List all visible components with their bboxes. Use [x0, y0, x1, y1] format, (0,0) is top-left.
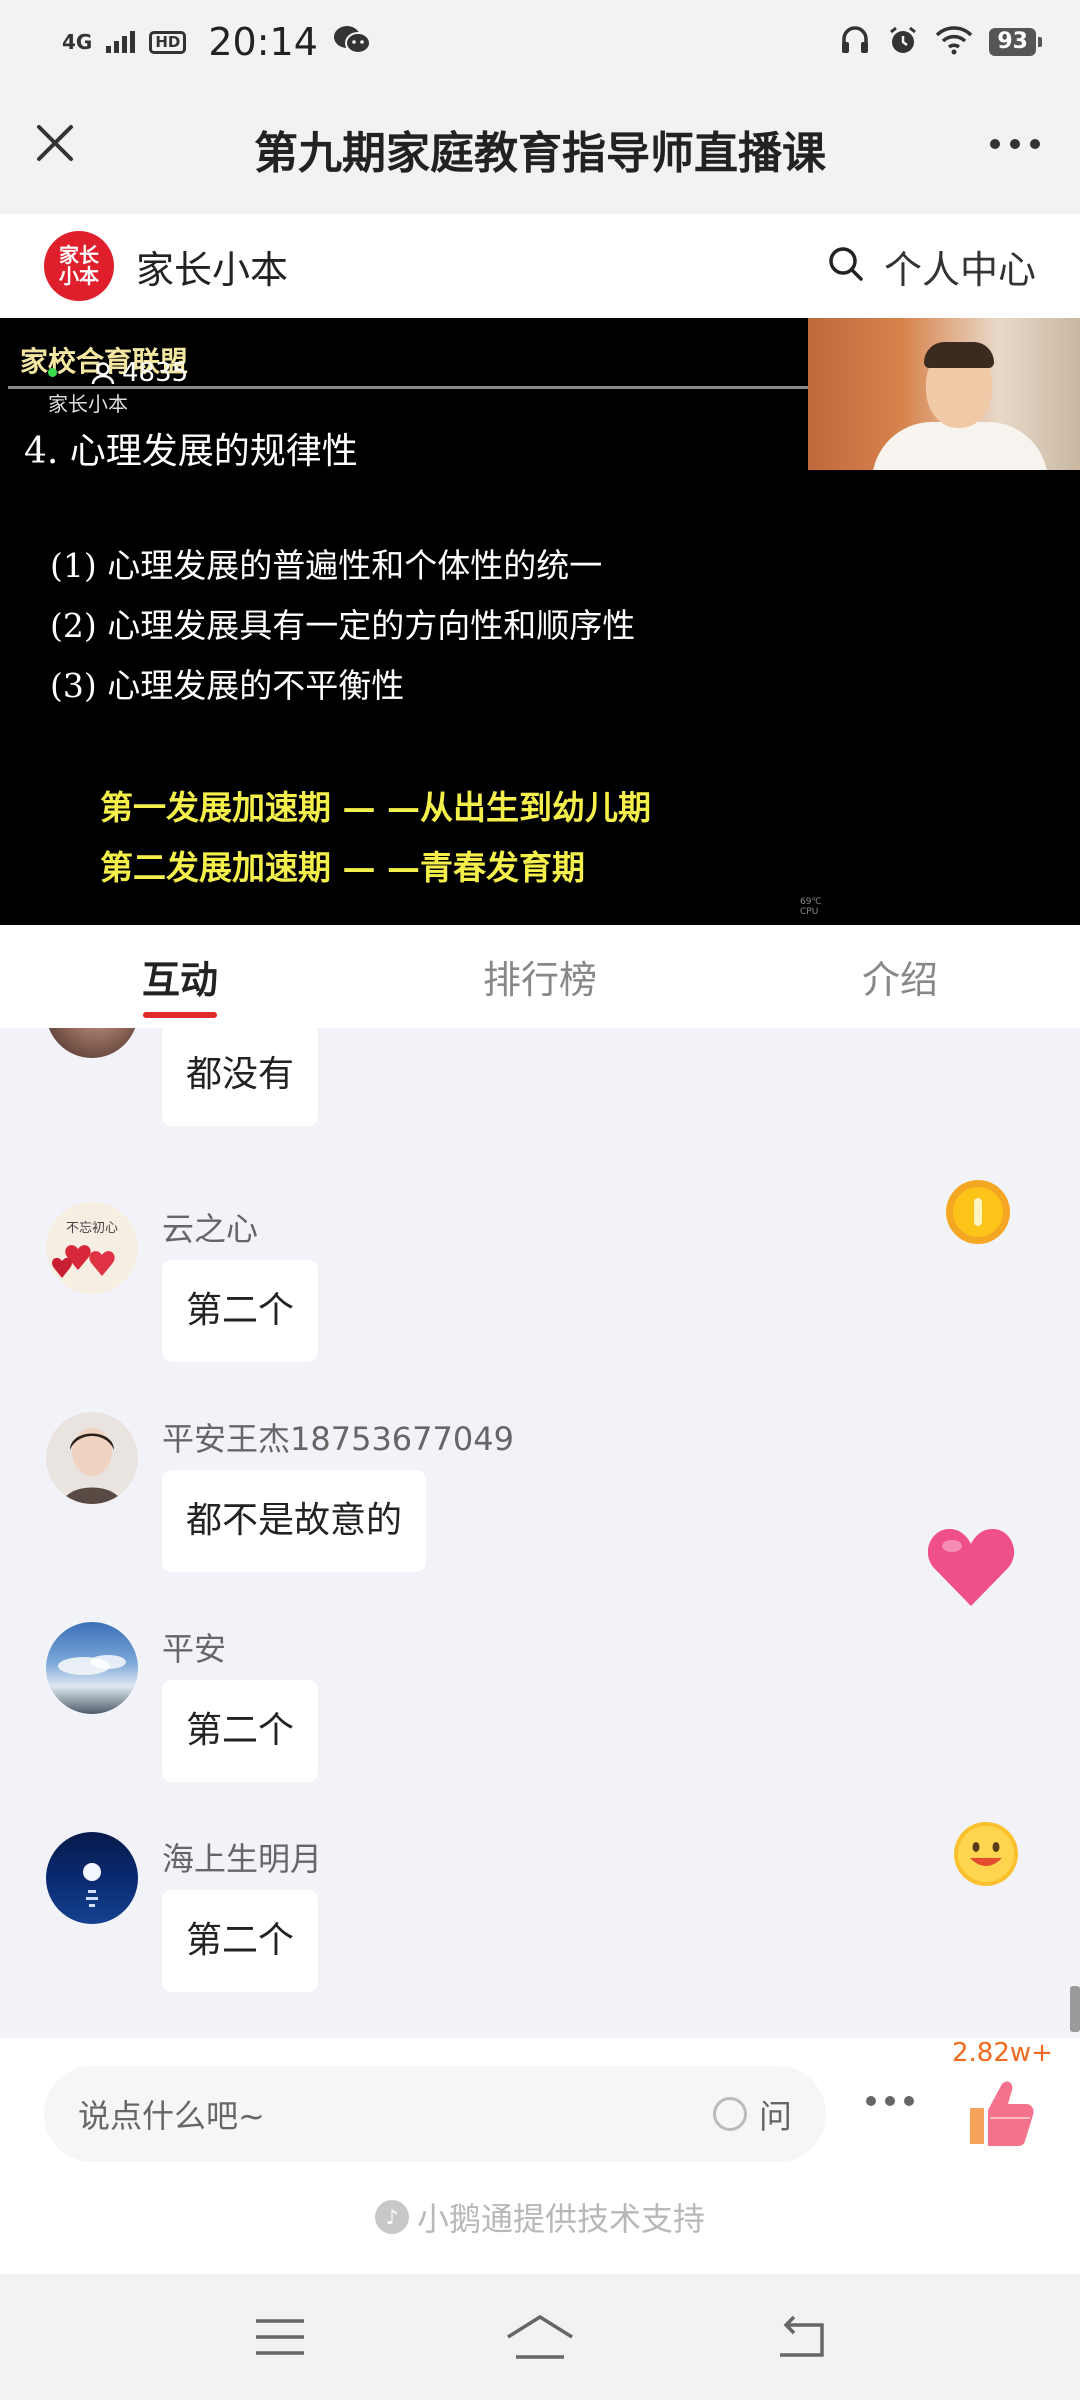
- close-icon: [37, 125, 73, 161]
- avatar[interactable]: 不忘初心: [46, 1202, 138, 1294]
- input-area: 说点什么吧~ 问 2.82w+ ♪ 小鹅通提供技术支持: [0, 2038, 1080, 2274]
- tab-bar: 互动 排行榜 介绍: [0, 925, 1080, 1028]
- ask-label: 问: [759, 2097, 792, 2136]
- username[interactable]: 平安: [162, 1624, 226, 1670]
- presenter-body: [872, 422, 1048, 470]
- more-icon: [990, 139, 1040, 149]
- slide-point: (3) 心理发展的不平衡性: [50, 666, 405, 705]
- comment-input[interactable]: 说点什么吧~ 问: [44, 2066, 826, 2162]
- battery-indicator: 93: [989, 28, 1042, 56]
- viewer-count: 4835: [90, 358, 188, 388]
- chat-scrollbar[interactable]: [1070, 1986, 1080, 2032]
- slide-highlight: 第二发展加速期 — —青春发育期: [100, 848, 585, 887]
- viewer-count-value: 4835: [122, 358, 189, 388]
- thumbs-up-icon: [970, 2081, 1034, 2146]
- like-count: 2.82w+: [952, 2038, 1053, 2068]
- tab-interaction[interactable]: 互动: [0, 925, 360, 1028]
- status-right: 93: [839, 24, 1042, 60]
- live-video-player[interactable]: 家校合育联盟 家长小本 4835 4. 心理发展的规律性 (1) 心理发展的普遍…: [0, 318, 1080, 925]
- slide-title: 4. 心理发展的规律性: [24, 431, 358, 472]
- personal-center-link[interactable]: 个人中心: [884, 239, 1036, 294]
- status-left: 4G HD 20:14: [62, 20, 372, 64]
- hd-icon: HD: [149, 30, 187, 54]
- message-bubble: 第二个: [162, 1890, 319, 1992]
- wechat-icon: [332, 23, 372, 61]
- status-time: 20:14: [208, 20, 318, 64]
- signal-icon: [106, 31, 136, 53]
- message-bubble: 都没有: [162, 1028, 319, 1126]
- dot-icon: [904, 2096, 914, 2106]
- avatar[interactable]: [46, 1622, 138, 1714]
- tab-intro[interactable]: 介绍: [720, 925, 1080, 1028]
- more-actions-button[interactable]: [866, 2096, 914, 2106]
- back-icon: [780, 2315, 824, 2357]
- back-nav-button[interactable]: [760, 2307, 840, 2367]
- presenter-camera[interactable]: [808, 318, 1080, 470]
- chat-list[interactable]: 都没有 不忘初心 云之心 第二个 平安王杰18753677049 都不是故意的: [0, 1028, 1080, 2038]
- cpu-temp-label: CPU: [800, 906, 819, 917]
- headphones-icon: [839, 24, 871, 60]
- title-bar: 第九期家庭教育指导师直播课: [0, 84, 1080, 214]
- slide-highlights: 第一发展加速期 — —从出生到幼儿期 第二发展加速期 — —青春发育期: [100, 778, 651, 898]
- wifi-icon: [935, 25, 973, 59]
- message-bubble: 第二个: [162, 1680, 319, 1782]
- status-bar: 4G HD 20:14 93: [0, 0, 1080, 84]
- goose-logo-icon: ♪: [374, 2200, 409, 2234]
- ask-radio-icon: [713, 2097, 747, 2131]
- channel-name[interactable]: 家长小本: [136, 239, 288, 294]
- dot-icon: [885, 2096, 895, 2106]
- slide-point: (1) 心理发展的普遍性和个体性的统一: [50, 546, 603, 585]
- ask-toggle[interactable]: 问: [713, 2090, 792, 2138]
- video-brand-sub: 家长小本: [48, 392, 128, 416]
- close-button[interactable]: [30, 118, 80, 168]
- tab-ranking[interactable]: 排行榜: [360, 925, 720, 1028]
- coin-reaction-icon: [944, 1178, 1012, 1250]
- support-text: 小鹅通提供技术支持: [416, 2200, 705, 2238]
- logo-text-top: 家长: [59, 243, 99, 267]
- home-nav-button[interactable]: [500, 2307, 580, 2367]
- logo-text-bottom: 小本: [59, 264, 99, 288]
- username[interactable]: 海上生明月: [162, 1834, 322, 1880]
- message-bubble: 都不是故意的: [162, 1470, 427, 1572]
- username[interactable]: 平安王杰18753677049: [162, 1414, 514, 1460]
- slide-highlight: 第一发展加速期 — —从出生到幼儿期: [100, 788, 651, 827]
- channel-logo[interactable]: 家长 小本: [44, 231, 114, 301]
- live-indicator: [48, 368, 57, 377]
- tech-support-note: ♪ 小鹅通提供技术支持: [0, 2194, 1080, 2240]
- alarm-icon: [887, 24, 919, 60]
- presenter-hair: [924, 342, 994, 368]
- avatar[interactable]: [46, 1832, 138, 1924]
- channel-bar: 家长 小本 家长小本 个人中心: [0, 214, 1080, 318]
- heart-reaction-icon: [926, 1526, 1016, 1612]
- comment-placeholder: 说点什么吧~: [78, 2097, 265, 2135]
- channel-actions: 个人中心: [826, 239, 1036, 294]
- search-icon: [829, 247, 863, 281]
- home-icon: [507, 2314, 573, 2359]
- slide-points: (1) 心理发展的普遍性和个体性的统一 (2) 心理发展具有一定的方向性和顺序性…: [50, 536, 635, 716]
- page-title: 第九期家庭教育指导师直播课: [254, 128, 826, 179]
- menu-nav-button[interactable]: [240, 2307, 320, 2367]
- dot-icon: [866, 2096, 876, 2106]
- avatar-text: 不忘初心: [66, 1221, 118, 1236]
- message-bubble: 第二个: [162, 1260, 319, 1362]
- system-nav-bar: [0, 2274, 1080, 2400]
- slide-point: (2) 心理发展具有一定的方向性和顺序性: [50, 606, 636, 645]
- avatar[interactable]: [46, 1412, 138, 1504]
- avatar[interactable]: [46, 1028, 138, 1058]
- user-icon: [91, 362, 115, 385]
- menu-icon: [256, 2319, 304, 2355]
- search-button[interactable]: [826, 244, 866, 288]
- smile-reaction-icon: [952, 1820, 1020, 1892]
- network-type: 4G: [62, 30, 93, 54]
- username[interactable]: 云之心: [162, 1204, 258, 1250]
- like-button[interactable]: [960, 2070, 1040, 2150]
- more-options-button[interactable]: [980, 124, 1050, 164]
- cpu-temp-tag: 69℃ CPU: [800, 897, 822, 918]
